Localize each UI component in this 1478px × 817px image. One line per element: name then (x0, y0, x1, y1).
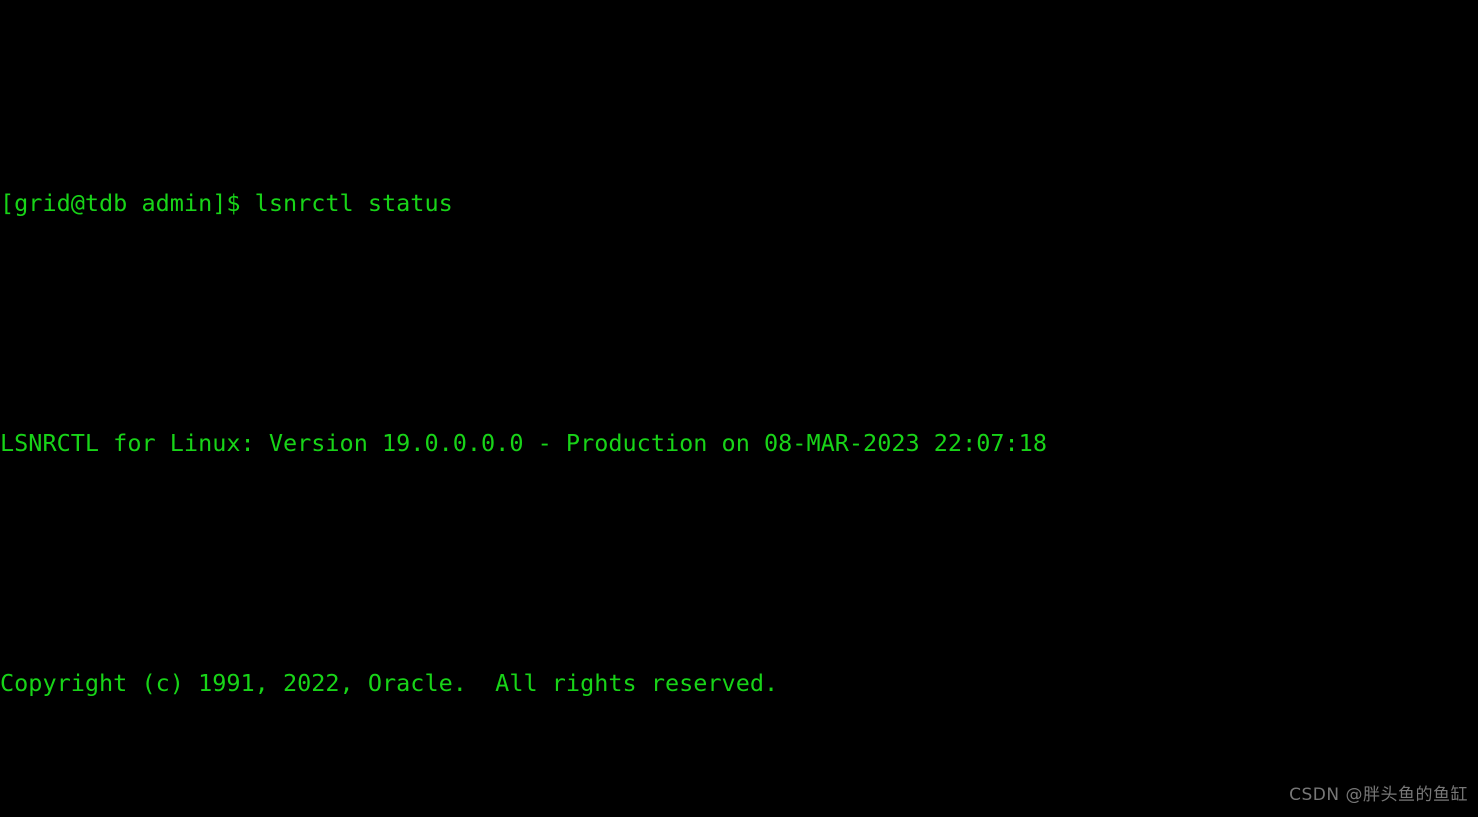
copyright-line: Copyright (c) 1991, 2022, Oracle. All ri… (0, 669, 779, 697)
blank-line-1 (0, 308, 1478, 338)
blank-line-2 (0, 548, 1478, 578)
shell-prompt-command-line[interactable]: [grid@tdb admin]$ lsnrctl status (0, 188, 1478, 218)
lsnrctl-banner-line: LSNRCTL for Linux: Version 19.0.0.0.0 - … (0, 429, 1047, 457)
csdn-watermark: CSDN @胖头鱼的鱼缸 (1289, 785, 1468, 805)
clipped-previous-line: y (0, 90, 1478, 98)
blank-line-3 (0, 788, 1478, 817)
terminal-screen[interactable]: y [grid@tdb admin]$ lsnrctl status LSNRC… (0, 0, 1478, 817)
